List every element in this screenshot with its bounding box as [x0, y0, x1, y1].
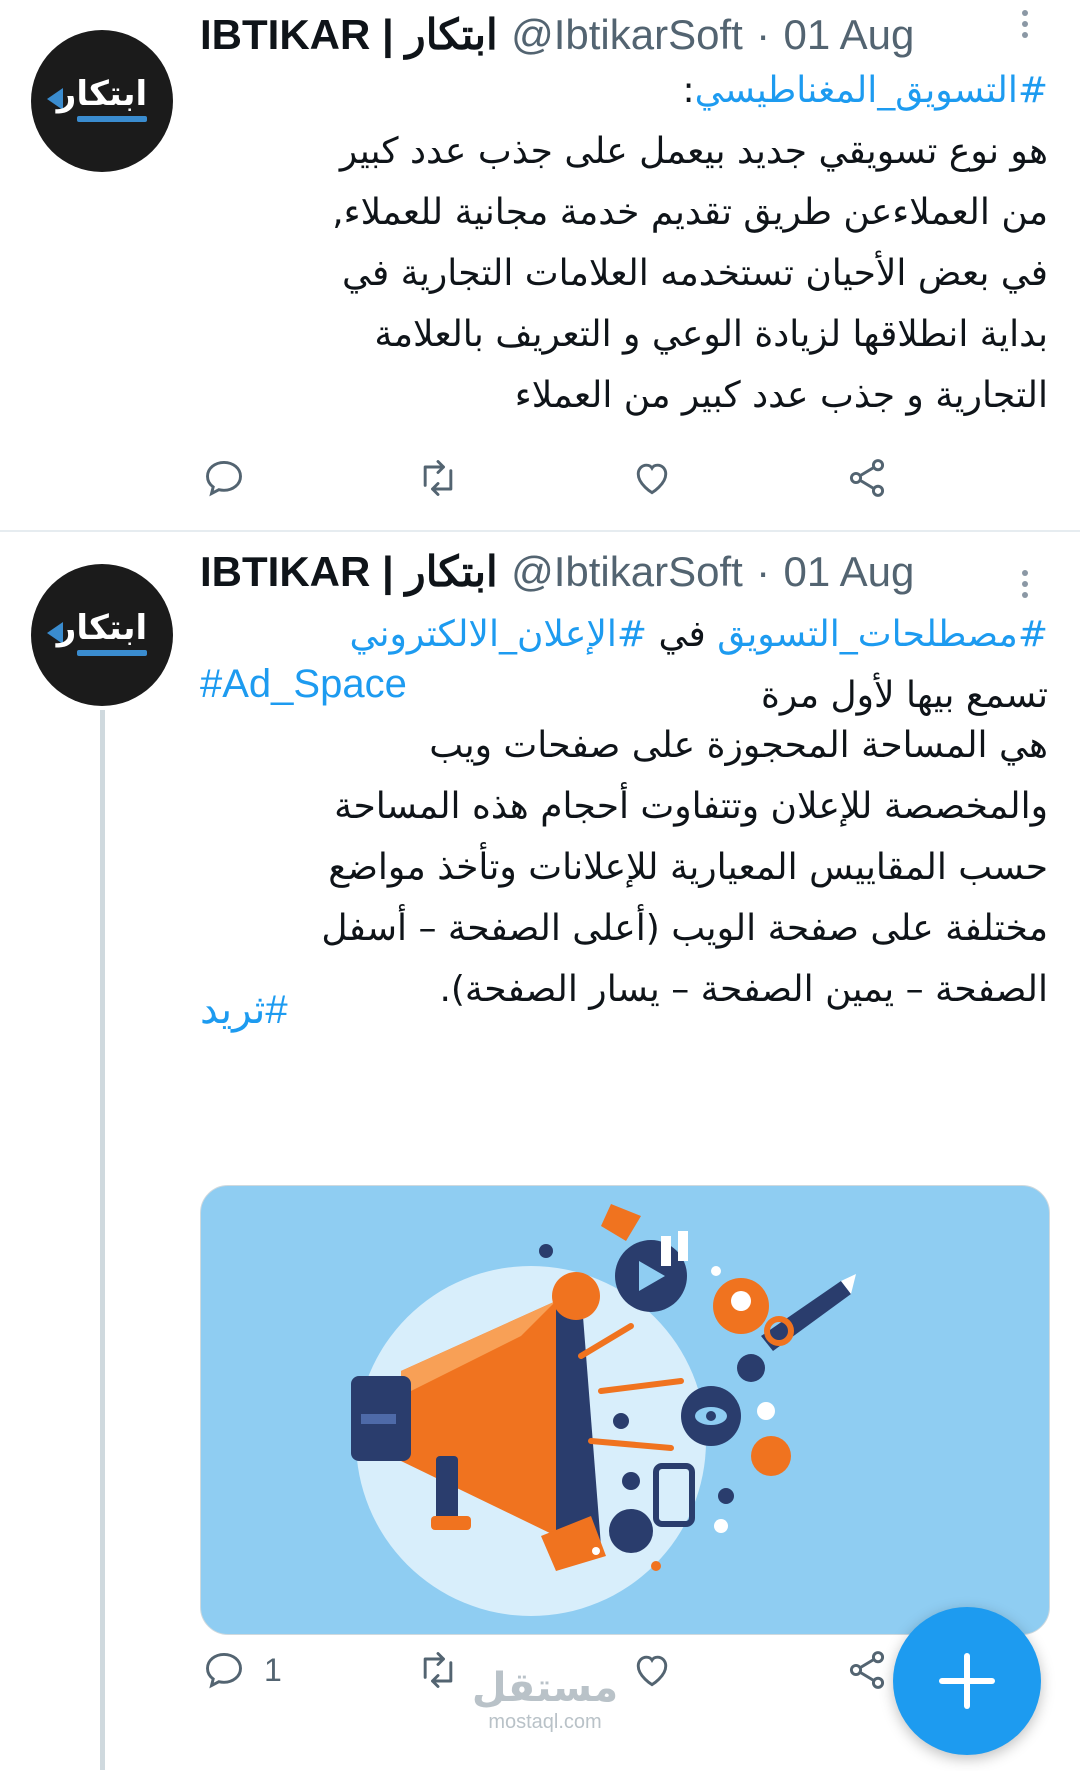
word-in: في: [658, 614, 706, 655]
hashtag-thread[interactable]: #ثريد: [200, 987, 288, 1033]
like-button[interactable]: [630, 1640, 674, 1700]
reply-icon: [206, 460, 242, 497]
text-line: هو نوع تسويقي جديد بيعمل على جذب عدد كبي…: [339, 131, 1048, 172]
avatar[interactable]: ابتكار: [31, 30, 173, 172]
hashtag-suffix: :: [682, 70, 695, 111]
tweet-media[interactable]: [200, 1185, 1050, 1635]
share-button[interactable]: [845, 448, 889, 508]
text-line: والمخصصة للإعلان وتتفاوت أحجام هذه المسا…: [334, 786, 1048, 827]
tweet-header: IBTIKAR | ابتكار @IbtikarSoft · 01 Aug: [200, 10, 1000, 60]
compose-tweet-button[interactable]: [893, 1607, 1041, 1755]
megaphone-marketing-illustration: [351, 1204, 856, 1616]
tweet-text: هي المساحة المحجوزة على صفحات ويب والمخص…: [240, 715, 1048, 1020]
watermark-arabic: مستقل: [471, 1665, 619, 1711]
avatar-logo-text: ابتكار: [56, 608, 148, 648]
text-line: الصفحة – يمين الصفحة – يسار الصفحة).: [439, 969, 1048, 1010]
author-name[interactable]: IBTIKAR | ابتكار: [200, 548, 498, 595]
avatar[interactable]: ابتكار: [31, 564, 173, 706]
logo-underline: [77, 650, 147, 656]
tweet-date[interactable]: 01 Aug: [784, 548, 915, 595]
hashtag-line: #مصطلحات_التسويق في #الإعلان_الالكتروني: [240, 604, 1048, 665]
text-line: من العملاءعن طريق تقديم خدمة مجانية للعم…: [332, 192, 1048, 233]
hashtag[interactable]: #الإعلان_الالكتروني: [349, 614, 647, 655]
watermark: مستقل mostaql.com: [470, 1665, 620, 1733]
tweet-text: #التسويق_المغناطيسي: هو نوع تسويقي جديد …: [240, 60, 1048, 426]
reply-count: 1: [264, 1651, 282, 1688]
text-line: مختلفة على صفحة الويب (أعلى الصفحة – أسف…: [321, 908, 1048, 949]
heart-icon: [636, 463, 668, 495]
text-line: حسب المقاييس المعيارية للإعلانات وتأخذ م…: [328, 847, 1048, 888]
retweet-icon: [423, 1652, 453, 1688]
author-name[interactable]: IBTIKAR | ابتكار: [200, 11, 498, 58]
text-line: التجارية و جذب عدد كبير من العملاء: [514, 375, 1048, 416]
heart-icon: [636, 1655, 668, 1687]
tweet-actions: [0, 448, 1080, 508]
more-vertical-icon[interactable]: [1015, 10, 1035, 50]
share-button[interactable]: [845, 1640, 889, 1700]
tweet-date[interactable]: 01 Aug: [784, 11, 915, 58]
separator: ·: [756, 11, 771, 58]
tweet[interactable]: ابتكار IBTIKAR | ابتكار @IbtikarSoft · 0…: [0, 532, 1080, 1771]
watermark-latin: mostaql.com: [488, 1711, 602, 1733]
thread-line: [100, 710, 105, 1770]
tweet-header: IBTIKAR | ابتكار @IbtikarSoft · 01 Aug: [200, 547, 1000, 597]
text-line: بداية انطلاقها لزيادة الوعي و التعريف با…: [374, 314, 1048, 355]
like-button[interactable]: [630, 448, 674, 508]
author-handle[interactable]: @IbtikarSoft: [511, 548, 743, 595]
hashtag[interactable]: #مصطلحات_التسويق: [717, 614, 1048, 655]
hashtag-line: #التسويق_المغناطيسي:: [240, 60, 1048, 121]
author-handle[interactable]: @IbtikarSoft: [511, 11, 743, 58]
reply-button[interactable]: [202, 448, 246, 508]
logo-underline: [77, 116, 147, 122]
text-line: هي المساحة المحجوزة على صفحات ويب: [429, 725, 1048, 766]
hashtag[interactable]: #التسويق_المغناطيسي: [695, 70, 1048, 111]
share-icon: [849, 459, 885, 497]
retweet-button[interactable]: [416, 448, 460, 508]
hashtag-ad-space[interactable]: #Ad_Space: [200, 662, 407, 707]
retweet-button[interactable]: [416, 1640, 460, 1700]
reply-icon: [206, 1652, 242, 1689]
separator: ·: [756, 548, 771, 595]
avatar-logo-text: ابتكار: [56, 74, 148, 114]
retweet-icon: [423, 460, 453, 496]
reply-button[interactable]: 1: [202, 1640, 282, 1700]
text-line: في بعض الأحيان تستخدمه العلامات التجارية…: [341, 253, 1048, 294]
tweet[interactable]: ابتكار IBTIKAR | ابتكار @IbtikarSoft · 0…: [0, 0, 1080, 530]
share-icon: [849, 1651, 885, 1689]
